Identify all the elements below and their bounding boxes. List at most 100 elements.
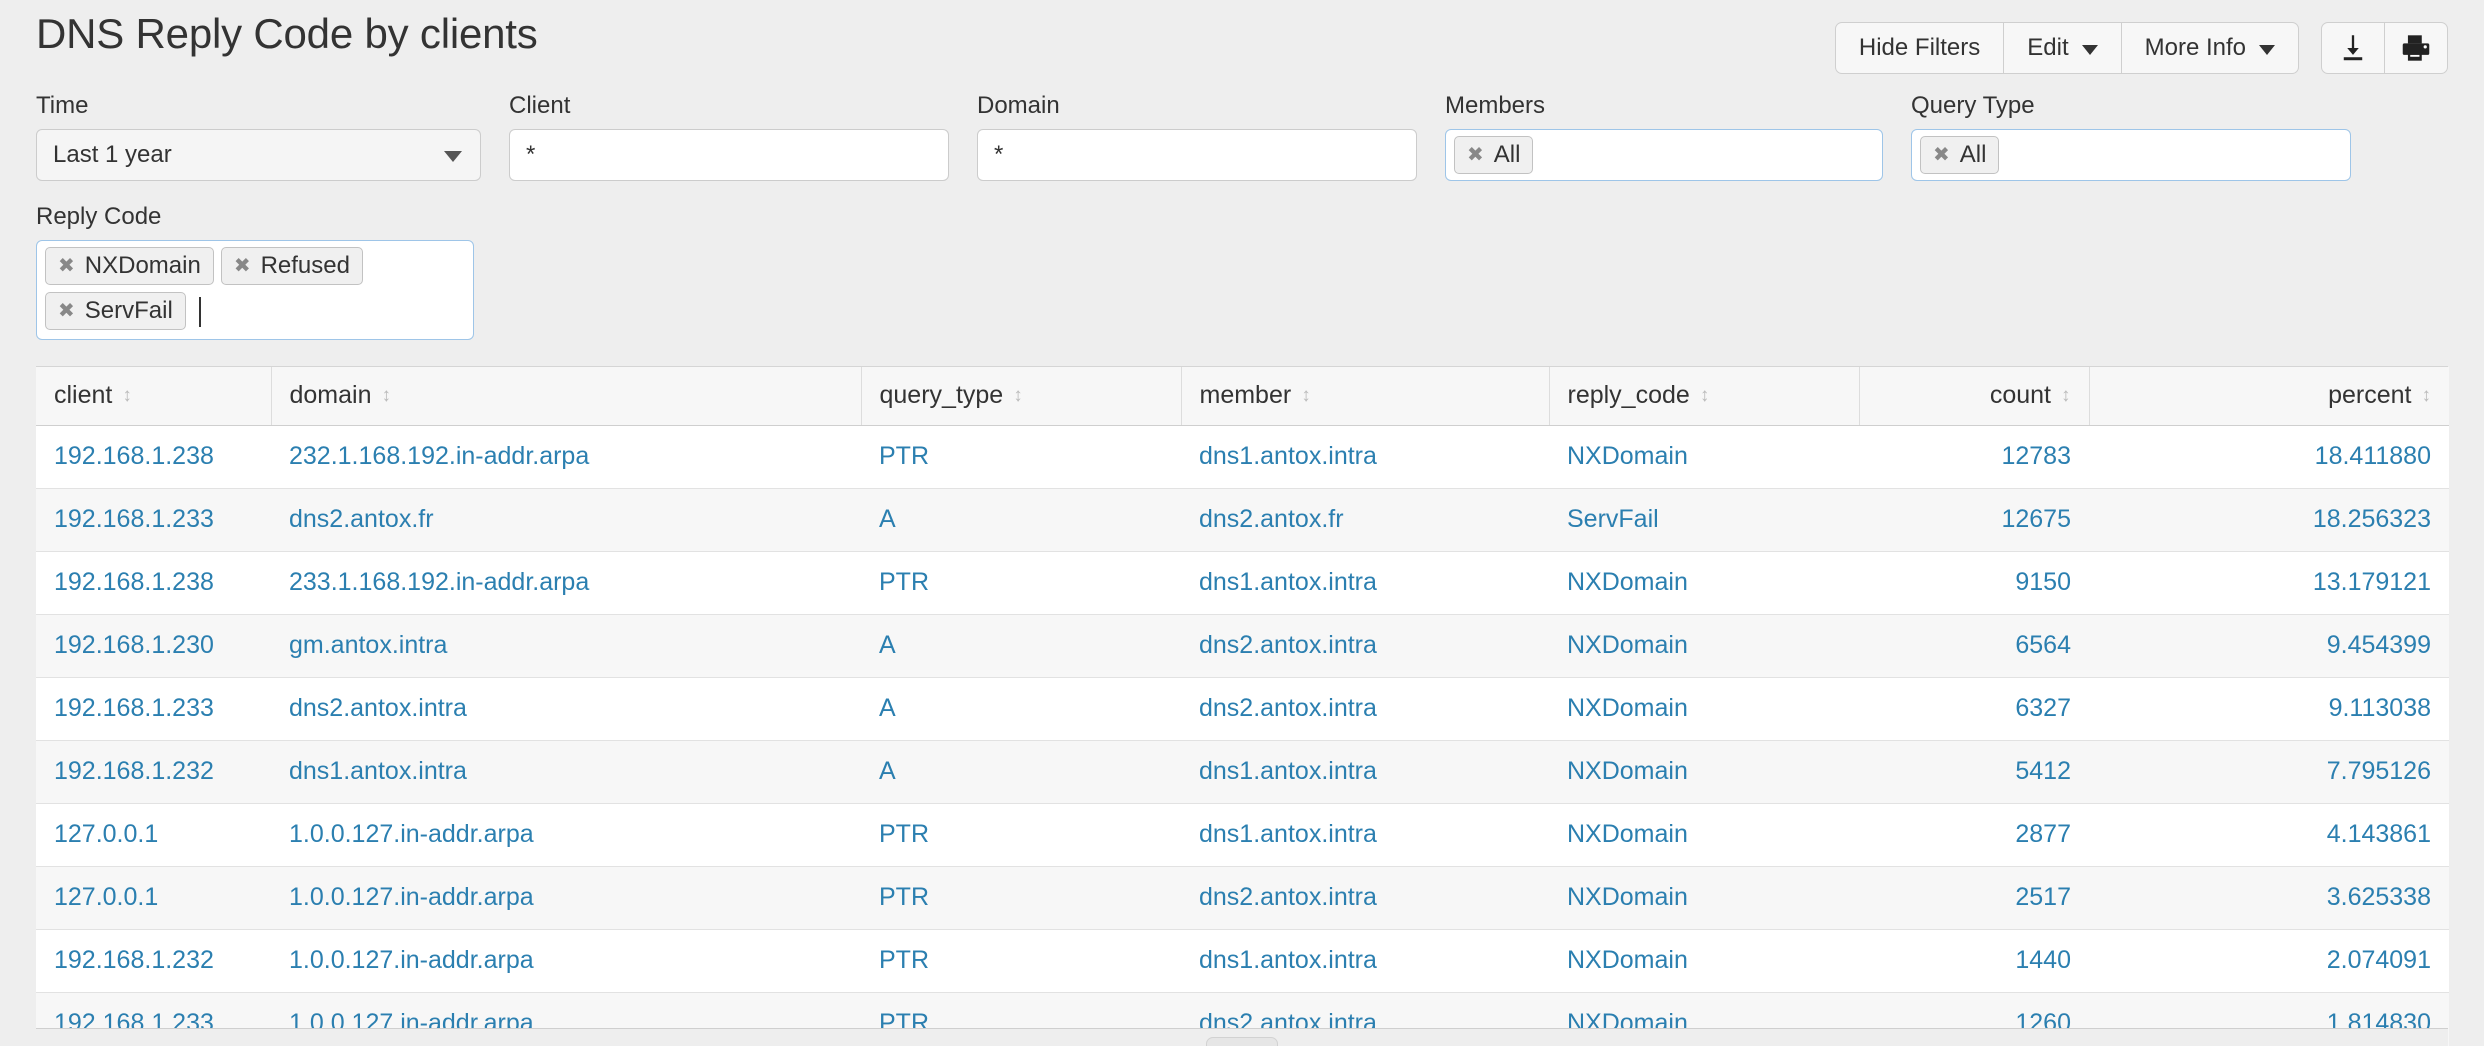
domain-input[interactable]: [977, 129, 1417, 181]
cell-link-query_type[interactable]: PTR: [879, 568, 929, 596]
cell-link-member[interactable]: dns2.antox.intra: [1199, 694, 1377, 722]
column-header-domain[interactable]: domain ↕: [271, 367, 862, 426]
cell-link-query_type[interactable]: A: [879, 505, 896, 533]
cell-link-count[interactable]: 2877: [2015, 820, 2071, 848]
cell-link-count[interactable]: 6327: [2015, 694, 2071, 722]
cell-link-query_type[interactable]: PTR: [879, 883, 929, 911]
cell-link-client[interactable]: 192.168.1.232: [54, 946, 214, 974]
sort-icon[interactable]: ↕: [122, 386, 132, 405]
cell-link-domain[interactable]: 232.1.168.192.in-addr.arpa: [289, 442, 589, 470]
token-query-type-all[interactable]: ✖ All: [1920, 136, 2000, 174]
cell-link-reply_code[interactable]: ServFail: [1567, 505, 1659, 533]
cell-link-count[interactable]: 9150: [2015, 568, 2071, 596]
column-header-client[interactable]: client ↕: [36, 367, 272, 426]
column-header-reply-code[interactable]: reply_code ↕: [1549, 367, 1860, 426]
column-header-member[interactable]: member ↕: [1181, 367, 1550, 426]
token-reply-code-refused[interactable]: ✖ Refused: [220, 247, 363, 285]
download-button[interactable]: [2321, 22, 2385, 74]
cell-link-domain[interactable]: 1.0.0.127.in-addr.arpa: [289, 946, 534, 974]
cell-link-domain[interactable]: 1.0.0.127.in-addr.arpa: [289, 820, 534, 848]
members-token-field[interactable]: ✖ All: [1445, 129, 1883, 181]
remove-token-icon[interactable]: ✖: [1467, 145, 1484, 165]
token-reply-code-servfail[interactable]: ✖ ServFail: [45, 292, 186, 330]
cell-link-percent[interactable]: 13.179121: [2313, 568, 2431, 596]
cell-link-domain[interactable]: 233.1.168.192.in-addr.arpa: [289, 568, 589, 596]
cell-link-reply_code[interactable]: NXDomain: [1567, 946, 1688, 974]
cell-link-client[interactable]: 192.168.1.233: [54, 505, 214, 533]
cell-link-query_type[interactable]: PTR: [879, 946, 929, 974]
sort-icon[interactable]: ↕: [382, 386, 392, 405]
cell-link-client[interactable]: 192.168.1.238: [54, 442, 214, 470]
remove-token-icon[interactable]: ✖: [58, 301, 75, 321]
cell-link-reply_code[interactable]: NXDomain: [1567, 883, 1688, 911]
cell-link-client[interactable]: 127.0.0.1: [54, 820, 158, 848]
cell-link-domain[interactable]: dns2.antox.intra: [289, 694, 467, 722]
cell-link-member[interactable]: dns1.antox.intra: [1199, 568, 1377, 596]
cell-link-count[interactable]: 12675: [2001, 505, 2071, 533]
cell-link-query_type[interactable]: A: [879, 757, 896, 785]
hide-filters-button[interactable]: Hide Filters: [1834, 22, 2005, 74]
cell-link-percent[interactable]: 18.411880: [2315, 442, 2431, 470]
query-type-token-field[interactable]: ✖ All: [1911, 129, 2351, 181]
cell-link-member[interactable]: dns2.antox.intra: [1199, 883, 1377, 911]
cell-link-domain[interactable]: 1.0.0.127.in-addr.arpa: [289, 883, 534, 911]
cell-link-domain[interactable]: dns1.antox.intra: [289, 757, 467, 785]
column-header-percent[interactable]: percent ↕: [2089, 367, 2449, 426]
cell-link-query_type[interactable]: A: [879, 694, 896, 722]
cell-link-member[interactable]: dns1.antox.intra: [1199, 757, 1377, 785]
cell-link-domain[interactable]: dns2.antox.fr: [289, 505, 434, 533]
client-input[interactable]: [509, 129, 949, 181]
cell-link-percent[interactable]: 3.625338: [2327, 883, 2431, 911]
cell-link-reply_code[interactable]: NXDomain: [1567, 442, 1688, 470]
column-header-count[interactable]: count ↕: [1859, 367, 2090, 426]
edit-button[interactable]: Edit: [2003, 22, 2122, 74]
cell-link-reply_code[interactable]: NXDomain: [1567, 631, 1688, 659]
pagination-button[interactable]: [1206, 1037, 1278, 1046]
cell-link-member[interactable]: dns2.antox.intra: [1199, 631, 1377, 659]
cell-link-count[interactable]: 2517: [2015, 883, 2071, 911]
cell-link-percent[interactable]: 9.454399: [2327, 631, 2431, 659]
cell-link-member[interactable]: dns1.antox.intra: [1199, 820, 1377, 848]
reply-code-token-field[interactable]: ✖ NXDomain ✖ Refused ✖ ServFail: [36, 240, 474, 340]
token-reply-code-nxdomain[interactable]: ✖ NXDomain: [45, 247, 214, 285]
sort-icon[interactable]: ↕: [2061, 386, 2071, 405]
more-info-button[interactable]: More Info: [2120, 22, 2299, 74]
sort-icon[interactable]: ↕: [1700, 386, 1710, 405]
cell-link-member[interactable]: dns2.antox.fr: [1199, 505, 1344, 533]
cell-link-reply_code[interactable]: NXDomain: [1567, 820, 1688, 848]
remove-token-icon[interactable]: ✖: [58, 256, 75, 276]
cell-link-percent[interactable]: 2.074091: [2327, 946, 2431, 974]
cell-link-client[interactable]: 127.0.0.1: [54, 883, 158, 911]
cell-link-client[interactable]: 192.168.1.230: [54, 631, 214, 659]
cell-link-percent[interactable]: 18.256323: [2313, 505, 2431, 533]
time-select[interactable]: Last 1 year: [36, 129, 481, 181]
cell-link-query_type[interactable]: A: [879, 631, 896, 659]
cell-link-reply_code[interactable]: NXDomain: [1567, 568, 1688, 596]
cell-link-reply_code[interactable]: NXDomain: [1567, 757, 1688, 785]
sort-icon[interactable]: ↕: [1301, 386, 1311, 405]
cell-link-count[interactable]: 1440: [2015, 946, 2071, 974]
token-members-all[interactable]: ✖ All: [1454, 136, 1534, 174]
cell-link-percent[interactable]: 7.795126: [2327, 757, 2431, 785]
cell-link-client[interactable]: 192.168.1.232: [54, 757, 214, 785]
cell-link-reply_code[interactable]: NXDomain: [1567, 694, 1688, 722]
cell-link-client[interactable]: 192.168.1.233: [54, 694, 214, 722]
cell-link-domain[interactable]: gm.antox.intra: [289, 631, 447, 659]
remove-token-icon[interactable]: ✖: [234, 256, 251, 276]
remove-token-icon[interactable]: ✖: [1933, 145, 1950, 165]
cell-link-count[interactable]: 5412: [2015, 757, 2071, 785]
print-button[interactable]: [2384, 22, 2448, 74]
cell-link-client[interactable]: 192.168.1.238: [54, 568, 214, 596]
cell-link-count[interactable]: 12783: [2001, 442, 2071, 470]
sort-icon[interactable]: ↕: [2422, 386, 2432, 405]
cell-link-percent[interactable]: 9.113038: [2329, 694, 2431, 722]
column-header-query-type[interactable]: query_type ↕: [861, 367, 1182, 426]
cell-member: dns1.antox.intra: [1181, 740, 1549, 804]
cell-link-query_type[interactable]: PTR: [879, 820, 929, 848]
cell-link-percent[interactable]: 4.143861: [2327, 820, 2431, 848]
cell-link-member[interactable]: dns1.antox.intra: [1199, 442, 1377, 470]
cell-link-member[interactable]: dns1.antox.intra: [1199, 946, 1377, 974]
cell-link-count[interactable]: 6564: [2015, 631, 2071, 659]
sort-icon[interactable]: ↕: [1013, 386, 1023, 405]
cell-link-query_type[interactable]: PTR: [879, 442, 929, 470]
